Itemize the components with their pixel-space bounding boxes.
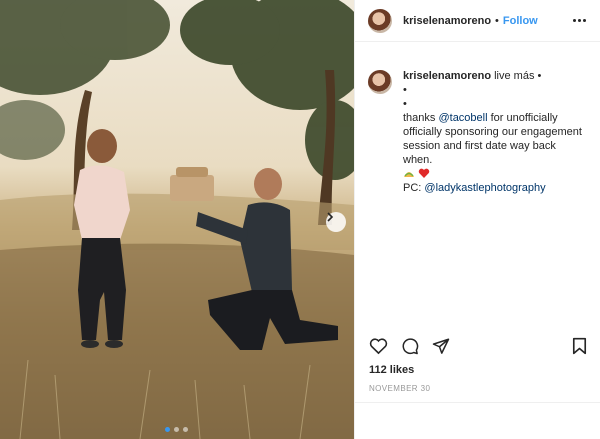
post-header: kriselenamoreno • Follow xyxy=(355,0,600,42)
avatar[interactable] xyxy=(368,8,392,33)
follow-button[interactable]: Follow xyxy=(503,15,538,27)
post-photo[interactable] xyxy=(0,0,354,439)
carousel-dot xyxy=(174,427,179,432)
next-arrow-icon xyxy=(327,212,334,222)
post-date[interactable]: NOVEMBER 30 xyxy=(369,384,430,393)
caption-text-start: thanks xyxy=(403,112,439,124)
carousel-dot xyxy=(165,427,170,432)
carousel-indicator xyxy=(165,427,188,432)
header-username[interactable]: kriselenamoreno xyxy=(403,15,491,27)
action-bar xyxy=(355,333,600,359)
mention-photographer[interactable]: @ladykastlephotography xyxy=(424,182,545,194)
carousel-dot xyxy=(183,427,188,432)
post-side-panel: kriselenamoreno • Follow kriselenamoreno… xyxy=(354,0,600,439)
taco-box xyxy=(170,167,214,201)
more-options-button[interactable] xyxy=(573,19,586,22)
divider xyxy=(355,402,600,403)
comment-button[interactable] xyxy=(401,337,419,355)
save-button[interactable] xyxy=(572,337,587,355)
bookmark-icon xyxy=(572,337,587,355)
caption: kriselenamoreno live más • • • thanks @t… xyxy=(355,42,600,195)
separator-dot: • xyxy=(495,14,499,27)
more-icon xyxy=(583,19,586,22)
comment-icon xyxy=(402,338,419,355)
share-button[interactable] xyxy=(432,337,450,355)
heart-icon xyxy=(369,338,388,355)
caption-avatar[interactable] xyxy=(368,70,392,94)
mention-tacobell[interactable]: @tacobell xyxy=(438,112,487,124)
caption-body: kriselenamoreno live más • • • thanks @t… xyxy=(403,69,586,195)
heart-emoji-icon xyxy=(418,168,430,178)
caption-bullet: • xyxy=(403,84,407,96)
caption-bullet: • xyxy=(403,98,407,110)
taco-icon xyxy=(404,172,414,177)
caption-line1: live más • xyxy=(491,70,542,82)
photo-scene xyxy=(0,0,354,439)
credit-prefix: PC: xyxy=(403,182,425,194)
caption-username[interactable]: kriselenamoreno xyxy=(403,70,491,82)
likes-count[interactable]: 112 likes xyxy=(369,364,414,376)
like-button[interactable] xyxy=(369,337,388,355)
more-icon xyxy=(578,19,581,22)
share-icon xyxy=(432,338,450,354)
more-icon xyxy=(573,19,576,22)
next-arrow-button[interactable] xyxy=(326,212,346,232)
